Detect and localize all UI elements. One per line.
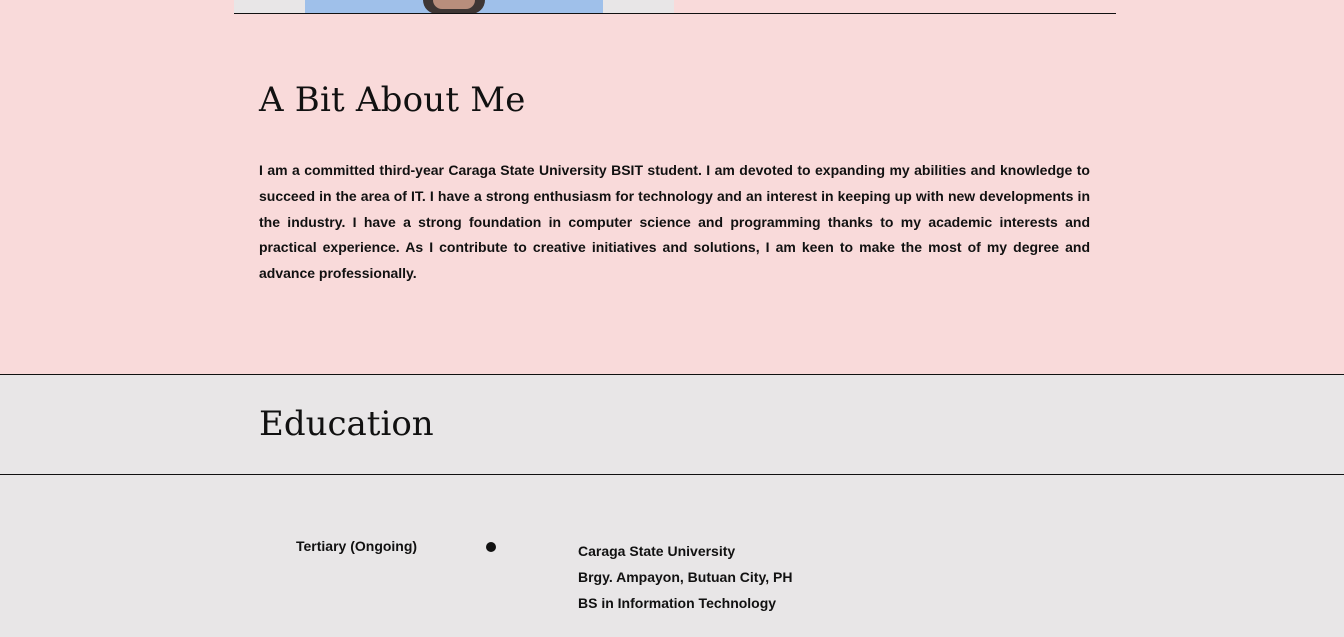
education-divider bbox=[0, 474, 1344, 475]
education-school: Caraga State University bbox=[578, 543, 736, 559]
timeline-dot-icon bbox=[486, 542, 496, 552]
about-section: A Bit About Me I am a committed third-ye… bbox=[0, 14, 1344, 374]
education-title: Education bbox=[259, 404, 434, 444]
education-address: Brgy. Ampayon, Butuan City, PH bbox=[578, 569, 793, 585]
profile-photo bbox=[305, 0, 603, 14]
education-level: Tertiary (Ongoing) bbox=[296, 538, 418, 554]
about-text: I am a committed third-year Caraga State… bbox=[259, 162, 1090, 282]
education-program: BS in Information Technology bbox=[578, 595, 777, 611]
about-title: A Bit About Me bbox=[259, 80, 526, 120]
education-details: Caraga State University Brgy. Ampayon, B… bbox=[578, 538, 792, 616]
profile-photo-subject bbox=[423, 0, 485, 14]
hero-section-bottom bbox=[0, 0, 1344, 14]
section-divider bbox=[0, 374, 1344, 375]
